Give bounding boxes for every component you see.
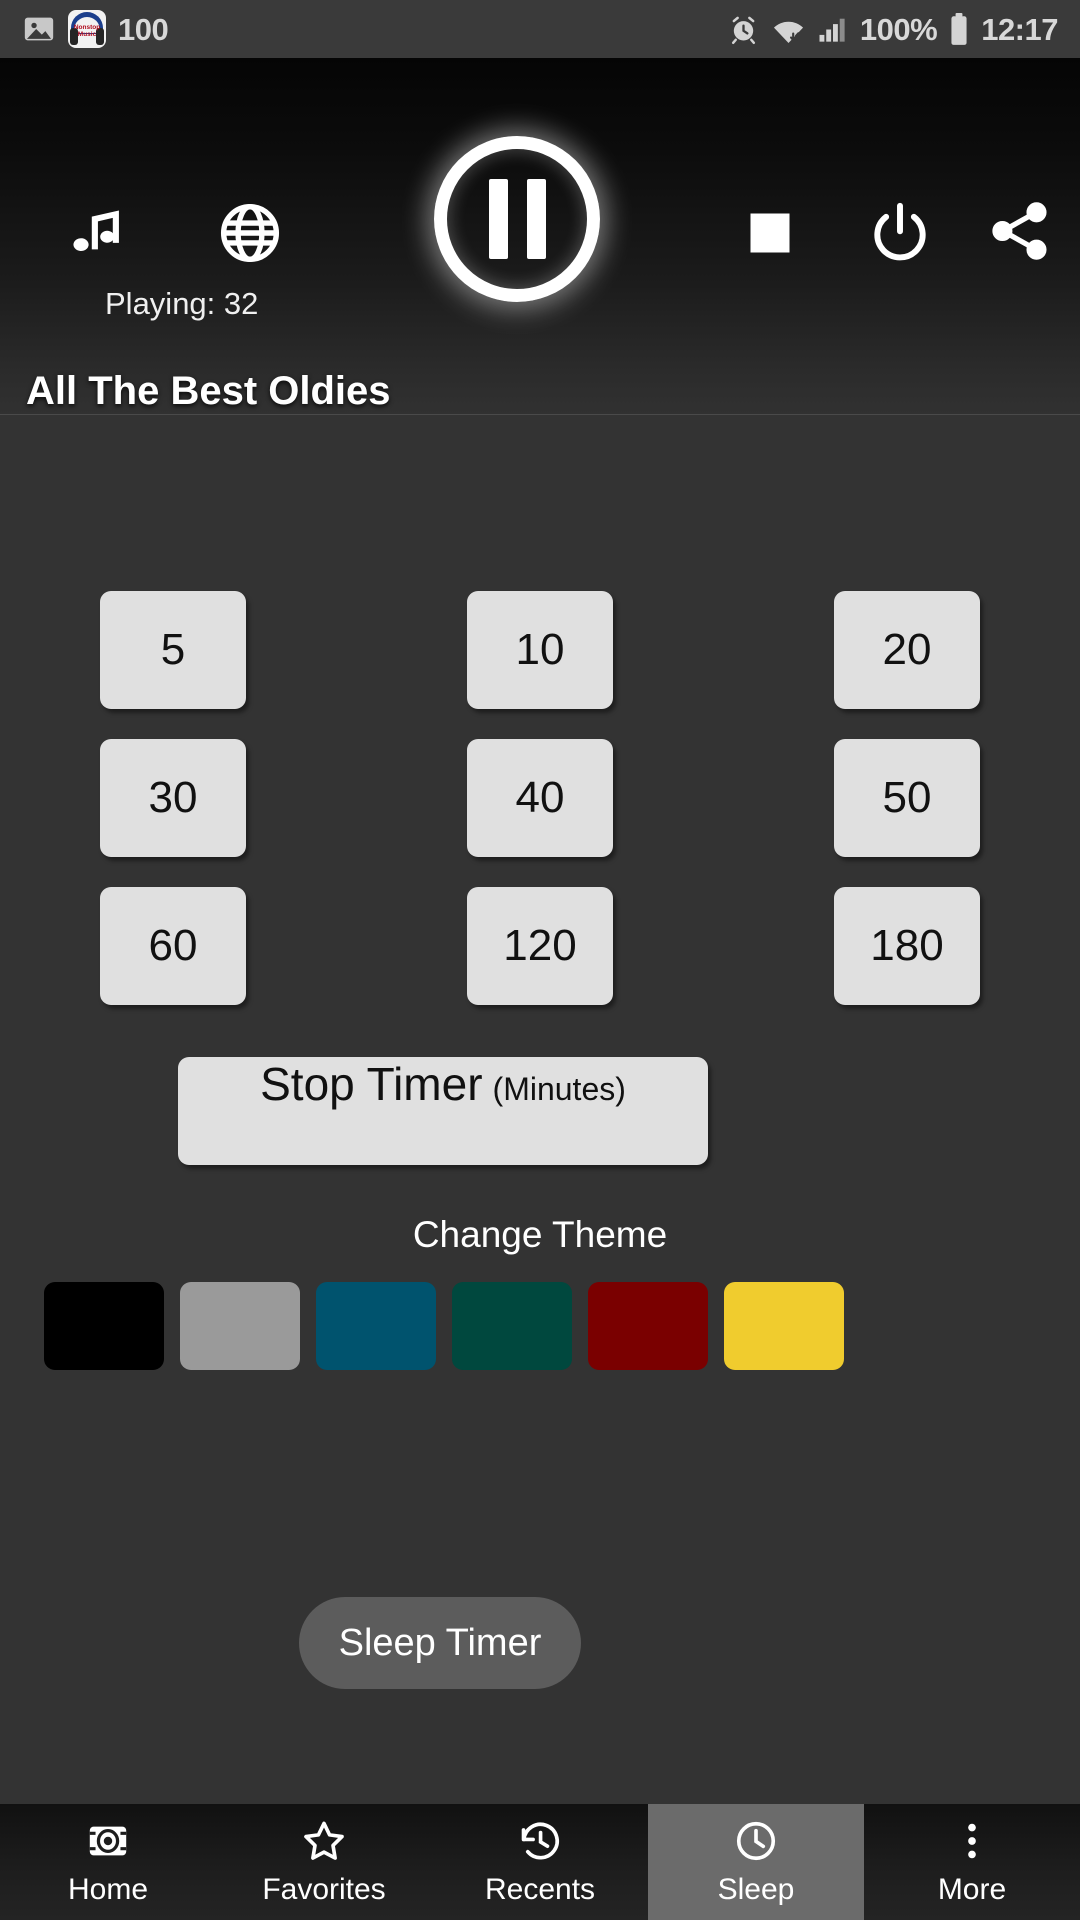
theme-swatch-red[interactable]: [588, 1282, 708, 1370]
change-theme-label: Change Theme: [412, 1214, 668, 1255]
playing-count-label: Playing: 32: [105, 286, 259, 321]
timer-button-grid: 5 10 20 30 40 50 60 120 180: [0, 591, 1080, 1005]
timer-row: 5 10 20: [100, 591, 980, 709]
stop-timer-button[interactable]: Stop Timer (Minutes): [178, 1057, 708, 1165]
theme-swatch-yellow[interactable]: [724, 1282, 844, 1370]
alarm-icon: [728, 14, 759, 45]
history-icon: [517, 1818, 563, 1864]
station-title: All The Best Oldies: [26, 369, 391, 413]
timer-row: 60 120 180: [100, 887, 980, 1005]
image-icon: [22, 12, 56, 46]
music-note-icon[interactable]: [50, 188, 140, 278]
nav-item-recents[interactable]: Recents: [432, 1804, 648, 1920]
notification-count: 100: [118, 11, 169, 47]
timer-button-20[interactable]: 20: [834, 591, 980, 709]
theme-swatch-gray[interactable]: [180, 1282, 300, 1370]
theme-swatch-blue[interactable]: [316, 1282, 436, 1370]
stop-timer-unit: (Minutes): [492, 1071, 626, 1107]
pause-bar-right: [526, 179, 546, 259]
status-bar: Nonstop Music 100 100% 12:17: [0, 0, 1080, 58]
timer-button-180[interactable]: 180: [834, 887, 980, 1005]
stop-icon[interactable]: [725, 188, 815, 278]
theme-swatch-black[interactable]: [44, 1282, 164, 1370]
theme-swatch-green[interactable]: [452, 1282, 572, 1370]
nav-item-sleep[interactable]: Sleep: [648, 1804, 864, 1920]
clock-time: 12:17: [981, 11, 1058, 47]
nav-item-home[interactable]: Home: [0, 1804, 216, 1920]
timer-button-10[interactable]: 10: [467, 591, 613, 709]
power-icon[interactable]: [855, 188, 945, 278]
timer-button-120[interactable]: 120: [467, 887, 613, 1005]
timer-button-30[interactable]: 30: [100, 739, 246, 857]
nav-item-favorites[interactable]: Favorites: [216, 1804, 432, 1920]
nav-label-sleep: Sleep: [717, 1872, 795, 1906]
app-root: Nonstop Music 100 100% 12:17 Playing: 32…: [0, 0, 1080, 1920]
wifi-icon: [771, 14, 806, 45]
player-controls: Playing: 32: [0, 58, 1080, 321]
battery-percent-label: 100%: [859, 11, 938, 47]
timer-button-5[interactable]: 5: [100, 591, 246, 709]
share-icon[interactable]: [975, 186, 1065, 276]
status-bar-right: 100% 12:17: [728, 11, 1058, 47]
globe-icon[interactable]: [205, 188, 295, 278]
player-header: Playing: 32 All The Best Oldies: [0, 58, 1080, 415]
stop-timer-label: Stop Timer: [260, 1058, 483, 1110]
timer-button-40[interactable]: 40: [467, 739, 613, 857]
pause-button[interactable]: [434, 136, 600, 302]
bottom-navigation: Home Favorites Recents Sleep More: [0, 1804, 1080, 1920]
sleep-timer-screen: 5 10 20 30 40 50 60 120 180 Stop Timer (…: [0, 416, 1080, 1804]
signal-icon: [818, 16, 848, 43]
nonstop-music-app-icon: Nonstop Music: [68, 10, 106, 48]
timer-row: 30 40 50: [100, 739, 980, 857]
sleep-timer-toast[interactable]: Sleep Timer: [299, 1597, 581, 1689]
radio-icon: [85, 1818, 131, 1864]
nav-item-more[interactable]: More: [864, 1804, 1080, 1920]
status-bar-left: Nonstop Music 100: [22, 10, 169, 48]
theme-swatch-row: [44, 1282, 1036, 1370]
nav-label-more: More: [937, 1872, 1007, 1906]
timer-button-60[interactable]: 60: [100, 887, 246, 1005]
more-icon: [949, 1818, 995, 1864]
app-badge-line2: Music: [77, 30, 97, 38]
star-icon: [301, 1818, 347, 1864]
nav-label-home: Home: [67, 1872, 149, 1906]
nav-label-recents: Recents: [484, 1872, 596, 1906]
battery-icon: [949, 12, 969, 46]
timer-button-50[interactable]: 50: [834, 739, 980, 857]
pause-bar-left: [488, 179, 508, 259]
clock-icon: [733, 1818, 779, 1864]
nav-label-favorites: Favorites: [262, 1872, 386, 1906]
